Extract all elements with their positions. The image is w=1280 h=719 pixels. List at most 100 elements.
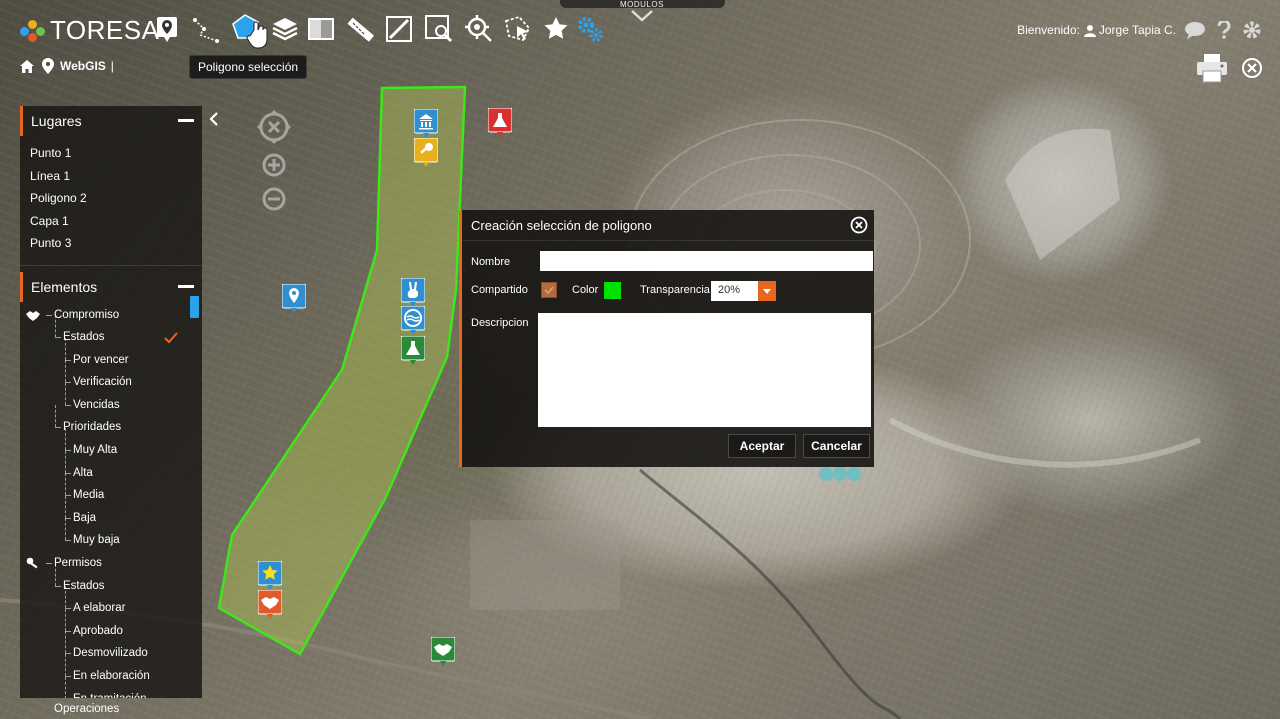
tree-connector [55, 585, 61, 587]
water-marker[interactable] [401, 306, 425, 336]
tree-item-label: En tramitación [73, 688, 147, 698]
select-area-tool[interactable] [503, 14, 533, 44]
tree-item[interactable]: Estados [20, 563, 202, 598]
help-icon[interactable] [1216, 21, 1232, 39]
tree-item[interactable]: En tramitación [20, 676, 202, 698]
map-nav-control[interactable] [252, 110, 298, 220]
tree-connector [65, 360, 66, 383]
tree-item[interactable]: Compromiso [20, 304, 202, 327]
fauna-marker[interactable] [401, 278, 425, 308]
elements-header[interactable]: Elementos [20, 271, 202, 302]
transparency-select[interactable]: 20% [711, 281, 776, 301]
map-pin-icon [157, 17, 177, 42]
lab-marker-red[interactable] [488, 108, 512, 138]
point-tool[interactable] [152, 14, 182, 44]
tree-connector [65, 337, 66, 360]
favorite-marker[interactable] [258, 561, 282, 591]
tree-connector [65, 404, 71, 406]
tree-connector [65, 382, 66, 405]
home-icon[interactable] [20, 59, 34, 73]
ruler-tool[interactable] [345, 14, 375, 44]
polygon-selection-tool[interactable] [230, 14, 268, 49]
tree-item[interactable]: Alta [20, 450, 202, 485]
tree-item[interactable]: Permisos [20, 552, 202, 575]
color-picker-swatch[interactable] [604, 282, 621, 299]
tree-connector [65, 473, 66, 496]
handshake-icon [26, 310, 40, 321]
permit-marker[interactable] [414, 138, 438, 168]
place-item[interactable]: Línea 1 [30, 165, 202, 188]
collapse-elements-button[interactable] [178, 284, 194, 288]
tree-item[interactable]: Aprobado [20, 608, 202, 643]
road [888, 417, 1202, 468]
tree-item[interactable]: Muy Alta [20, 428, 202, 462]
measure-area-tool[interactable] [384, 14, 414, 44]
cancel-button[interactable]: Cancelar [803, 434, 870, 458]
commitment-marker-green[interactable] [431, 637, 455, 667]
museum-marker[interactable] [414, 109, 438, 139]
chevron-left-icon[interactable] [207, 111, 221, 127]
tree-connector [65, 495, 66, 518]
tree-connector [65, 518, 66, 541]
print-icon[interactable] [1196, 52, 1228, 84]
tree-item[interactable]: A elaborar [20, 586, 202, 620]
tailings-fan [1005, 128, 1120, 260]
collapse-places-button[interactable] [178, 119, 194, 122]
modules-menu[interactable]: MODULOS [612, 0, 672, 27]
name-input[interactable] [540, 251, 873, 271]
close-icon[interactable] [1241, 57, 1263, 79]
tree-item[interactable]: Baja [20, 495, 202, 530]
dropdown-arrow[interactable] [758, 281, 776, 301]
location-marker[interactable] [282, 284, 306, 314]
lab-marker-green[interactable] [401, 336, 425, 366]
color-label: Color [572, 284, 599, 296]
app-logo[interactable]: TORESA [20, 15, 159, 46]
user-name[interactable]: Jorge Tapia C. [1099, 23, 1176, 37]
tree-item[interactable]: Estados [20, 315, 202, 349]
tree-item[interactable]: Por vencer [20, 337, 202, 372]
line-tool[interactable] [191, 14, 221, 44]
tree-connector [65, 540, 71, 542]
panel-scrollbar[interactable] [190, 296, 199, 318]
place-item[interactable]: Capa 1 [30, 210, 202, 233]
place-item[interactable]: Punto 1 [30, 142, 202, 165]
tree-item[interactable]: Prioridades [20, 405, 202, 439]
places-header[interactable]: Lugares [20, 106, 202, 136]
zoom-area-tool[interactable] [424, 14, 454, 44]
breadcrumb-label[interactable]: WebGIS [60, 59, 106, 73]
place-item[interactable]: Punto 3 [30, 232, 202, 255]
tree-item[interactable]: Desmovilizado [20, 631, 202, 665]
description-textarea[interactable] [538, 313, 871, 427]
settings-tool[interactable] [575, 14, 605, 44]
pond [819, 467, 833, 481]
tool-tooltip: Poligono selección [189, 55, 308, 79]
check-icon [544, 286, 554, 295]
accept-button[interactable]: Aceptar [728, 434, 796, 458]
tree-item-label: Vencidas [73, 398, 120, 411]
modules-label: MODULOS [620, 0, 664, 9]
tree-item[interactable]: En elaboración [20, 654, 202, 688]
chat-icon[interactable] [1184, 21, 1206, 39]
tree-item[interactable]: Media [20, 473, 202, 507]
shared-checkbox[interactable] [541, 282, 557, 298]
close-icon[interactable] [850, 216, 868, 234]
tree-item[interactable]: Verificación [20, 360, 202, 394]
tree-item-label: Estados [63, 579, 105, 592]
gears-icon [578, 17, 603, 42]
tree-item-label[interactable]: Operaciones [54, 703, 119, 715]
commitment-marker-red[interactable] [258, 590, 282, 620]
layers-tool[interactable] [270, 14, 300, 44]
tree-item[interactable]: Muy baja [20, 518, 202, 552]
favorites-tool[interactable] [541, 14, 571, 44]
gear-icon[interactable] [1242, 20, 1262, 40]
tree-connector [46, 563, 52, 565]
elements-tree: Compromiso Estados Por vencer Verificación V… [20, 302, 202, 698]
tree-item[interactable]: Vencidas [20, 382, 202, 417]
check-icon[interactable] [164, 332, 178, 344]
dialog-divider [462, 240, 874, 241]
place-item[interactable]: Poligono 2 [30, 187, 202, 210]
transparency-label: Transparencia [640, 284, 710, 296]
locate-tool[interactable] [464, 14, 494, 44]
split-view-tool[interactable] [306, 14, 336, 44]
places-title: Lugares [31, 113, 82, 129]
